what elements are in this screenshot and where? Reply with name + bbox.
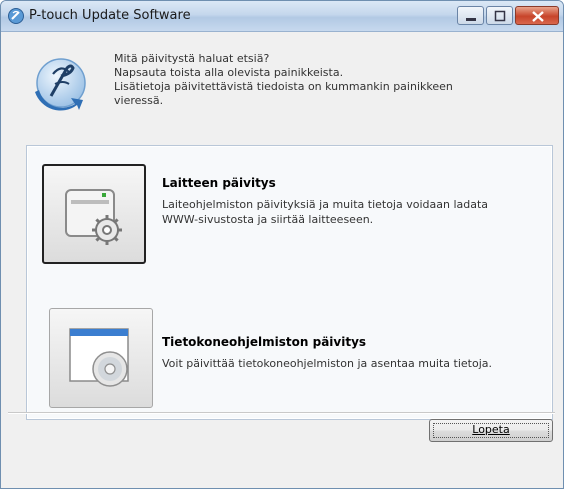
intro-line: Napsauta toista alla olevista painikkeis… (114, 66, 344, 79)
software-update-description: Voit päivittää tietokoneohjelmiston ja a… (162, 356, 492, 371)
intro-line: Mitä päivitystä haluat etsiä? (114, 52, 270, 65)
device-gear-icon (65, 189, 122, 245)
device-update-button[interactable] (42, 164, 146, 264)
quit-button-label: Lopeta (472, 423, 510, 436)
update-logo-icon (31, 54, 91, 112)
close-button[interactable] (515, 6, 559, 25)
app-window: P-touch Update Software Mitä päivitystä … (0, 0, 564, 489)
footer-divider (8, 412, 555, 414)
maximize-button[interactable] (486, 6, 513, 25)
computer-cd-icon (69, 328, 129, 387)
app-logo-icon (7, 7, 25, 25)
description-line: Laiteohjelmiston päivityksiä ja muita ti… (162, 198, 489, 211)
window-title: P-touch Update Software (29, 8, 191, 23)
maximize-icon (494, 10, 506, 22)
intro-line: Lisätietoja päivitettävistä tiedoista on… (114, 80, 453, 93)
dialog-body: Mitä päivitystä haluat etsiä? Napsauta t… (1, 32, 563, 488)
title-bar[interactable]: P-touch Update Software (1, 1, 563, 32)
device-update-title: Laitteen päivitys (162, 176, 276, 190)
minimize-button[interactable] (457, 6, 484, 25)
options-panel: Laitteen päivitys Laiteohjelmiston päivi… (26, 145, 553, 420)
device-update-description: Laiteohjelmiston päivityksiä ja muita ti… (162, 197, 488, 227)
intro-text: Mitä päivitystä haluat etsiä? Napsauta t… (114, 52, 544, 108)
intro-line: vieressä. (114, 94, 164, 107)
software-update-title: Tietokoneohjelmiston päivitys (162, 335, 367, 349)
description-line: Voit päivittää tietokoneohjelmiston ja a… (162, 357, 492, 370)
quit-button[interactable]: Lopeta (429, 419, 553, 442)
description-line: WWW-sivustosta ja siirtää laitteeseen. (162, 213, 374, 226)
close-icon (532, 11, 544, 22)
software-update-button[interactable] (49, 308, 153, 408)
minimize-icon (466, 18, 476, 21)
